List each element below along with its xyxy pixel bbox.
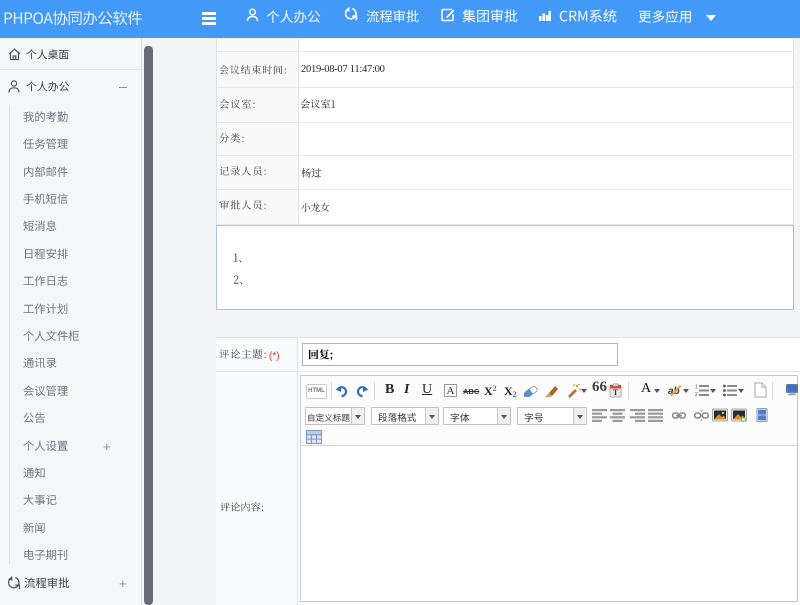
svg-text:2: 2 — [695, 392, 698, 397]
svg-text:1: 1 — [695, 385, 698, 391]
svg-text:T: T — [613, 388, 619, 397]
